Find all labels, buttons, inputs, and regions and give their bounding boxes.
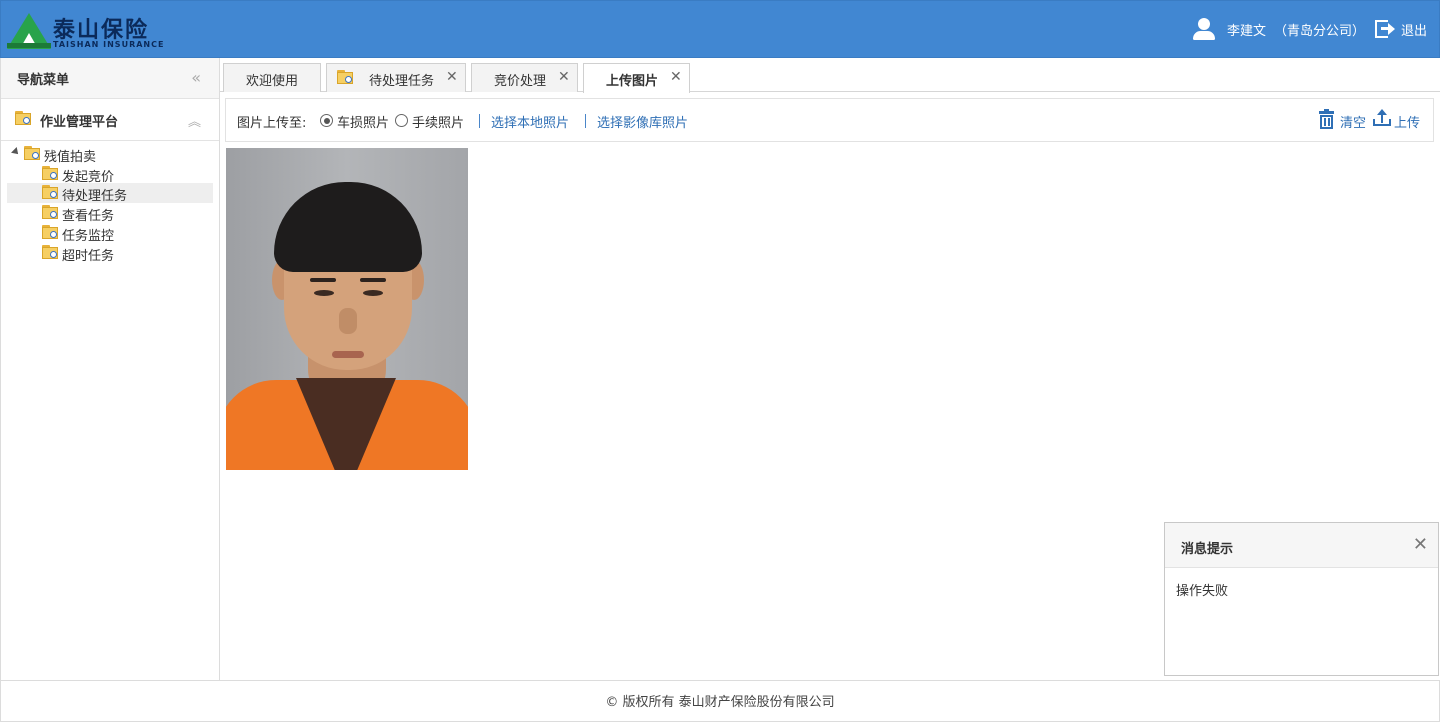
folder-search-icon xyxy=(337,70,354,84)
close-icon[interactable]: ✕ xyxy=(558,69,570,85)
upload-toolbar: 图片上传至: 车损照片 手续照片 选择本地照片 选择影像库照片 清空 上传 xyxy=(225,98,1434,142)
tab-bid-processing[interactable]: 竞价处理 ✕ xyxy=(471,63,578,92)
nav-header: 导航菜单 « xyxy=(1,58,219,99)
close-icon[interactable]: ✕ xyxy=(670,69,682,85)
tree-item-fqjj[interactable]: 发起竞价 xyxy=(1,164,219,185)
close-icon[interactable]: ✕ xyxy=(446,69,458,85)
upload-icon[interactable] xyxy=(1373,109,1391,127)
uploaded-photo[interactable] xyxy=(226,148,468,470)
folder-search-icon xyxy=(42,205,59,220)
folder-search-icon xyxy=(42,165,59,180)
app-header: 泰山保险 TAISHAN INSURANCE 李建文 （青岛分公司） 退出 xyxy=(0,0,1440,58)
nav-title: 导航菜单 xyxy=(17,73,70,88)
folder-search-icon xyxy=(42,244,59,259)
user-area: 李建文 （青岛分公司） 退出 xyxy=(1191,17,1427,41)
user-icon xyxy=(1191,18,1217,40)
tree-item-dclrw[interactable]: 待处理任务 xyxy=(7,183,213,205)
footer: © 版权所有 泰山财产保险股份有限公司 xyxy=(0,680,1440,722)
trash-icon[interactable] xyxy=(1319,109,1334,130)
user-name: 李建文 xyxy=(1226,23,1266,39)
tree-root-label: 残值拍卖 xyxy=(44,150,97,165)
user-org: （青岛分公司） xyxy=(1273,23,1365,39)
folder-search-icon xyxy=(42,185,59,200)
logout-icon[interactable] xyxy=(1374,19,1395,39)
brand-name-en: TAISHAN INSURANCE xyxy=(53,40,165,49)
expand-toggle-icon[interactable] xyxy=(11,147,21,157)
radio-procedure-label[interactable]: 手续照片 xyxy=(412,112,464,131)
sidebar: 导航菜单 « 作业管理平台 ︽ 残值拍卖 发起竞价 待处理任务 查看任务 任务监… xyxy=(0,58,220,680)
copyright-text: © 版权所有 泰山财产保险股份有限公司 xyxy=(605,695,835,710)
tab-welcome[interactable]: 欢迎使用 xyxy=(223,63,321,92)
tree-item-label: 发起竞价 xyxy=(62,169,115,185)
message-title: 消息提示 xyxy=(1181,542,1234,557)
message-header: 消息提示 ✕ xyxy=(1165,523,1438,568)
tab-label: 待处理任务 xyxy=(369,74,435,89)
close-icon[interactable]: ✕ xyxy=(1413,534,1428,555)
message-body: 操作失败 xyxy=(1176,584,1229,599)
radio-damage-label[interactable]: 车损照片 xyxy=(337,112,389,131)
clear-button[interactable]: 清空 xyxy=(1340,112,1366,131)
tab-label: 上传图片 xyxy=(606,74,659,89)
tab-label: 竞价处理 xyxy=(494,74,547,89)
taishan-logo: 泰山保险 TAISHAN INSURANCE xyxy=(7,13,167,49)
divider xyxy=(479,114,480,128)
panel-header[interactable]: 作业管理平台 ︽ xyxy=(1,99,219,141)
collapse-sidebar-icon[interactable]: « xyxy=(191,68,201,87)
tree-item-rwjk[interactable]: 任务监控 xyxy=(1,223,219,244)
tree-root[interactable]: 残值拍卖 xyxy=(1,144,219,165)
message-dialog: 消息提示 ✕ 操作失败 xyxy=(1164,522,1439,676)
tab-bar: 欢迎使用 待处理任务 ✕ 竞价处理 ✕ 上传图片 ✕ xyxy=(220,58,1440,93)
select-library-photo-link[interactable]: 选择影像库照片 xyxy=(597,112,688,131)
tree-item-label: 超时任务 xyxy=(62,248,115,264)
folder-search-icon xyxy=(24,146,41,160)
radio-procedure-photo[interactable] xyxy=(395,114,408,127)
tab-upload-images[interactable]: 上传图片 ✕ xyxy=(583,63,690,93)
panel-title: 作业管理平台 xyxy=(40,115,119,130)
select-local-photo-link[interactable]: 选择本地照片 xyxy=(491,112,569,131)
folder-search-icon xyxy=(42,224,59,239)
upload-to-label: 图片上传至: xyxy=(237,116,307,131)
tree-item-csrw[interactable]: 超时任务 xyxy=(1,243,219,264)
logout-button[interactable]: 退出 xyxy=(1401,20,1427,39)
divider xyxy=(585,114,586,128)
tree-item-ckrw[interactable]: 查看任务 xyxy=(1,203,219,225)
tree-item-label: 待处理任务 xyxy=(62,189,128,205)
radio-damage-photo[interactable] xyxy=(320,114,333,127)
tree-item-label: 查看任务 xyxy=(62,209,115,225)
tree-item-label: 任务监控 xyxy=(62,228,115,244)
upload-button[interactable]: 上传 xyxy=(1394,112,1420,131)
collapse-panel-icon[interactable]: ︽ xyxy=(188,111,201,130)
tab-label: 欢迎使用 xyxy=(246,74,299,89)
folder-search-icon xyxy=(15,111,32,125)
tab-pending-tasks[interactable]: 待处理任务 ✕ xyxy=(326,63,466,92)
